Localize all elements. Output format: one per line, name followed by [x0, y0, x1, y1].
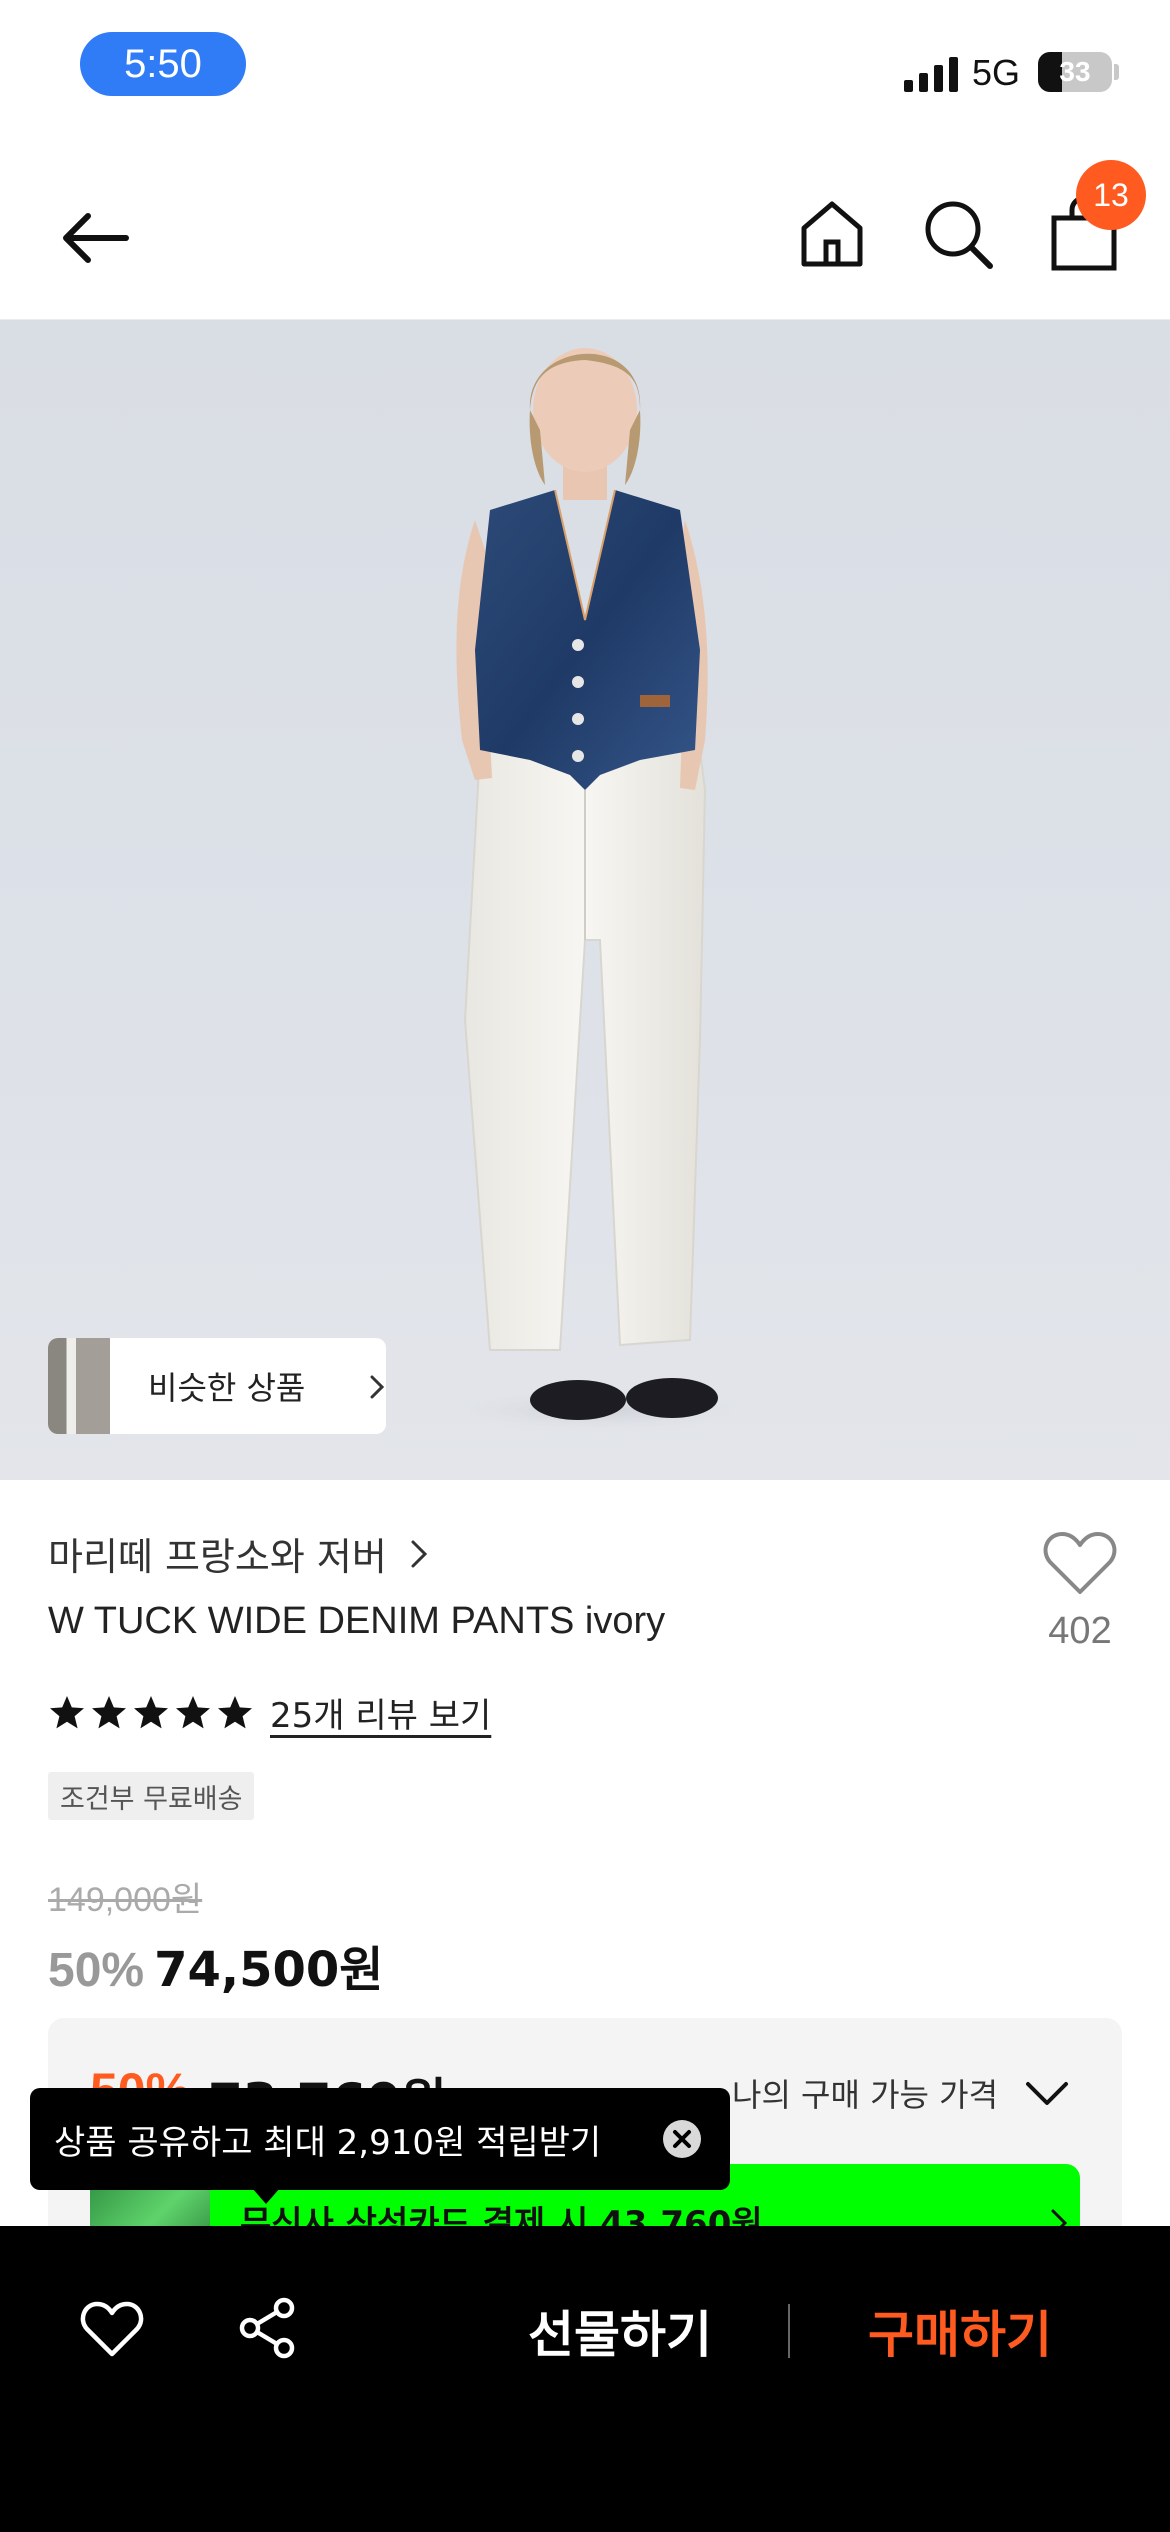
star-icon: [176, 1695, 210, 1728]
like-count: 402: [1048, 1610, 1112, 1652]
original-price: 149,000원: [48, 1881, 203, 1919]
like-button[interactable]: 402: [1030, 1530, 1130, 1653]
product-photo: [440, 348, 760, 1432]
product-name: W TUCK WIDE DENIM PANTS ivory: [48, 1600, 666, 1642]
battery-cap: [1114, 64, 1119, 80]
brand-link[interactable]: 마리떼 프랑소와 저버: [48, 1526, 431, 1581]
heart-icon: [1043, 1532, 1117, 1594]
close-icon[interactable]: [662, 2119, 702, 2159]
star-icon: [50, 1695, 84, 1728]
discount-rate: 50%: [48, 1944, 145, 1997]
tooltip-pointer: [252, 2188, 280, 2204]
rating-stars: [48, 1694, 254, 1732]
status-time: 5:50: [80, 32, 246, 96]
similar-products-label: 비슷한 상품: [148, 1369, 306, 1407]
benefit-label: 나의 구매 가능 가격: [732, 2076, 999, 2114]
top-nav-bar: 13: [0, 160, 1170, 320]
status-bar: 5:50 5G 33: [0, 0, 1170, 130]
chevron-down-icon[interactable]: [1024, 2080, 1070, 2108]
gift-button[interactable]: 선물하기: [500, 2284, 740, 2378]
network-type: 5G: [972, 52, 1021, 93]
battery-percent: 33: [1059, 56, 1091, 87]
price-row: 50% 74,500원: [48, 1930, 383, 2000]
cellular-signal-icon: [904, 57, 958, 92]
sale-price: 74,500원: [154, 1942, 384, 1998]
back-arrow-icon[interactable]: [56, 198, 136, 278]
tooltip-text: 상품 공유하고 최대 2,910원 적립받기: [54, 2122, 602, 2163]
search-icon[interactable]: [920, 196, 996, 272]
star-icon: [218, 1695, 252, 1728]
star-icon: [134, 1695, 168, 1728]
buy-button[interactable]: 구매하기: [840, 2284, 1080, 2378]
bottom-action-bar: 선물하기 구매하기: [0, 2226, 1170, 2532]
battery-icon: 33: [1038, 52, 1112, 92]
heart-icon[interactable]: [80, 2300, 144, 2358]
shipping-badge: 조건부 무료배송: [48, 1772, 255, 1820]
chevron-right-icon: [370, 1375, 385, 1399]
brand-name: 마리떼 프랑소와 저버: [48, 1535, 387, 1579]
home-icon[interactable]: [796, 198, 868, 270]
review-link[interactable]: 25개 리뷰 보기: [270, 1688, 491, 1737]
star-icon: [92, 1695, 126, 1728]
share-reward-tooltip: 상품 공유하고 최대 2,910원 적립받기: [30, 2088, 730, 2190]
rating-row: 25개 리뷰 보기: [48, 1688, 491, 1737]
button-divider: [788, 2304, 790, 2358]
product-image[interactable]: 비슷한 상품: [0, 320, 1170, 1480]
product-detail-screen: 5:50 5G 33 13 비슷한 상품 마리떼 프랑소와 저버 W TUCK …: [0, 0, 1170, 2532]
similar-products-button[interactable]: 비슷한 상품: [48, 1338, 386, 1434]
chevron-right-icon: [411, 1540, 427, 1567]
similar-product-thumbnail: [48, 1338, 110, 1434]
share-icon[interactable]: [236, 2296, 300, 2360]
cart-count-badge: 13: [1076, 160, 1146, 230]
